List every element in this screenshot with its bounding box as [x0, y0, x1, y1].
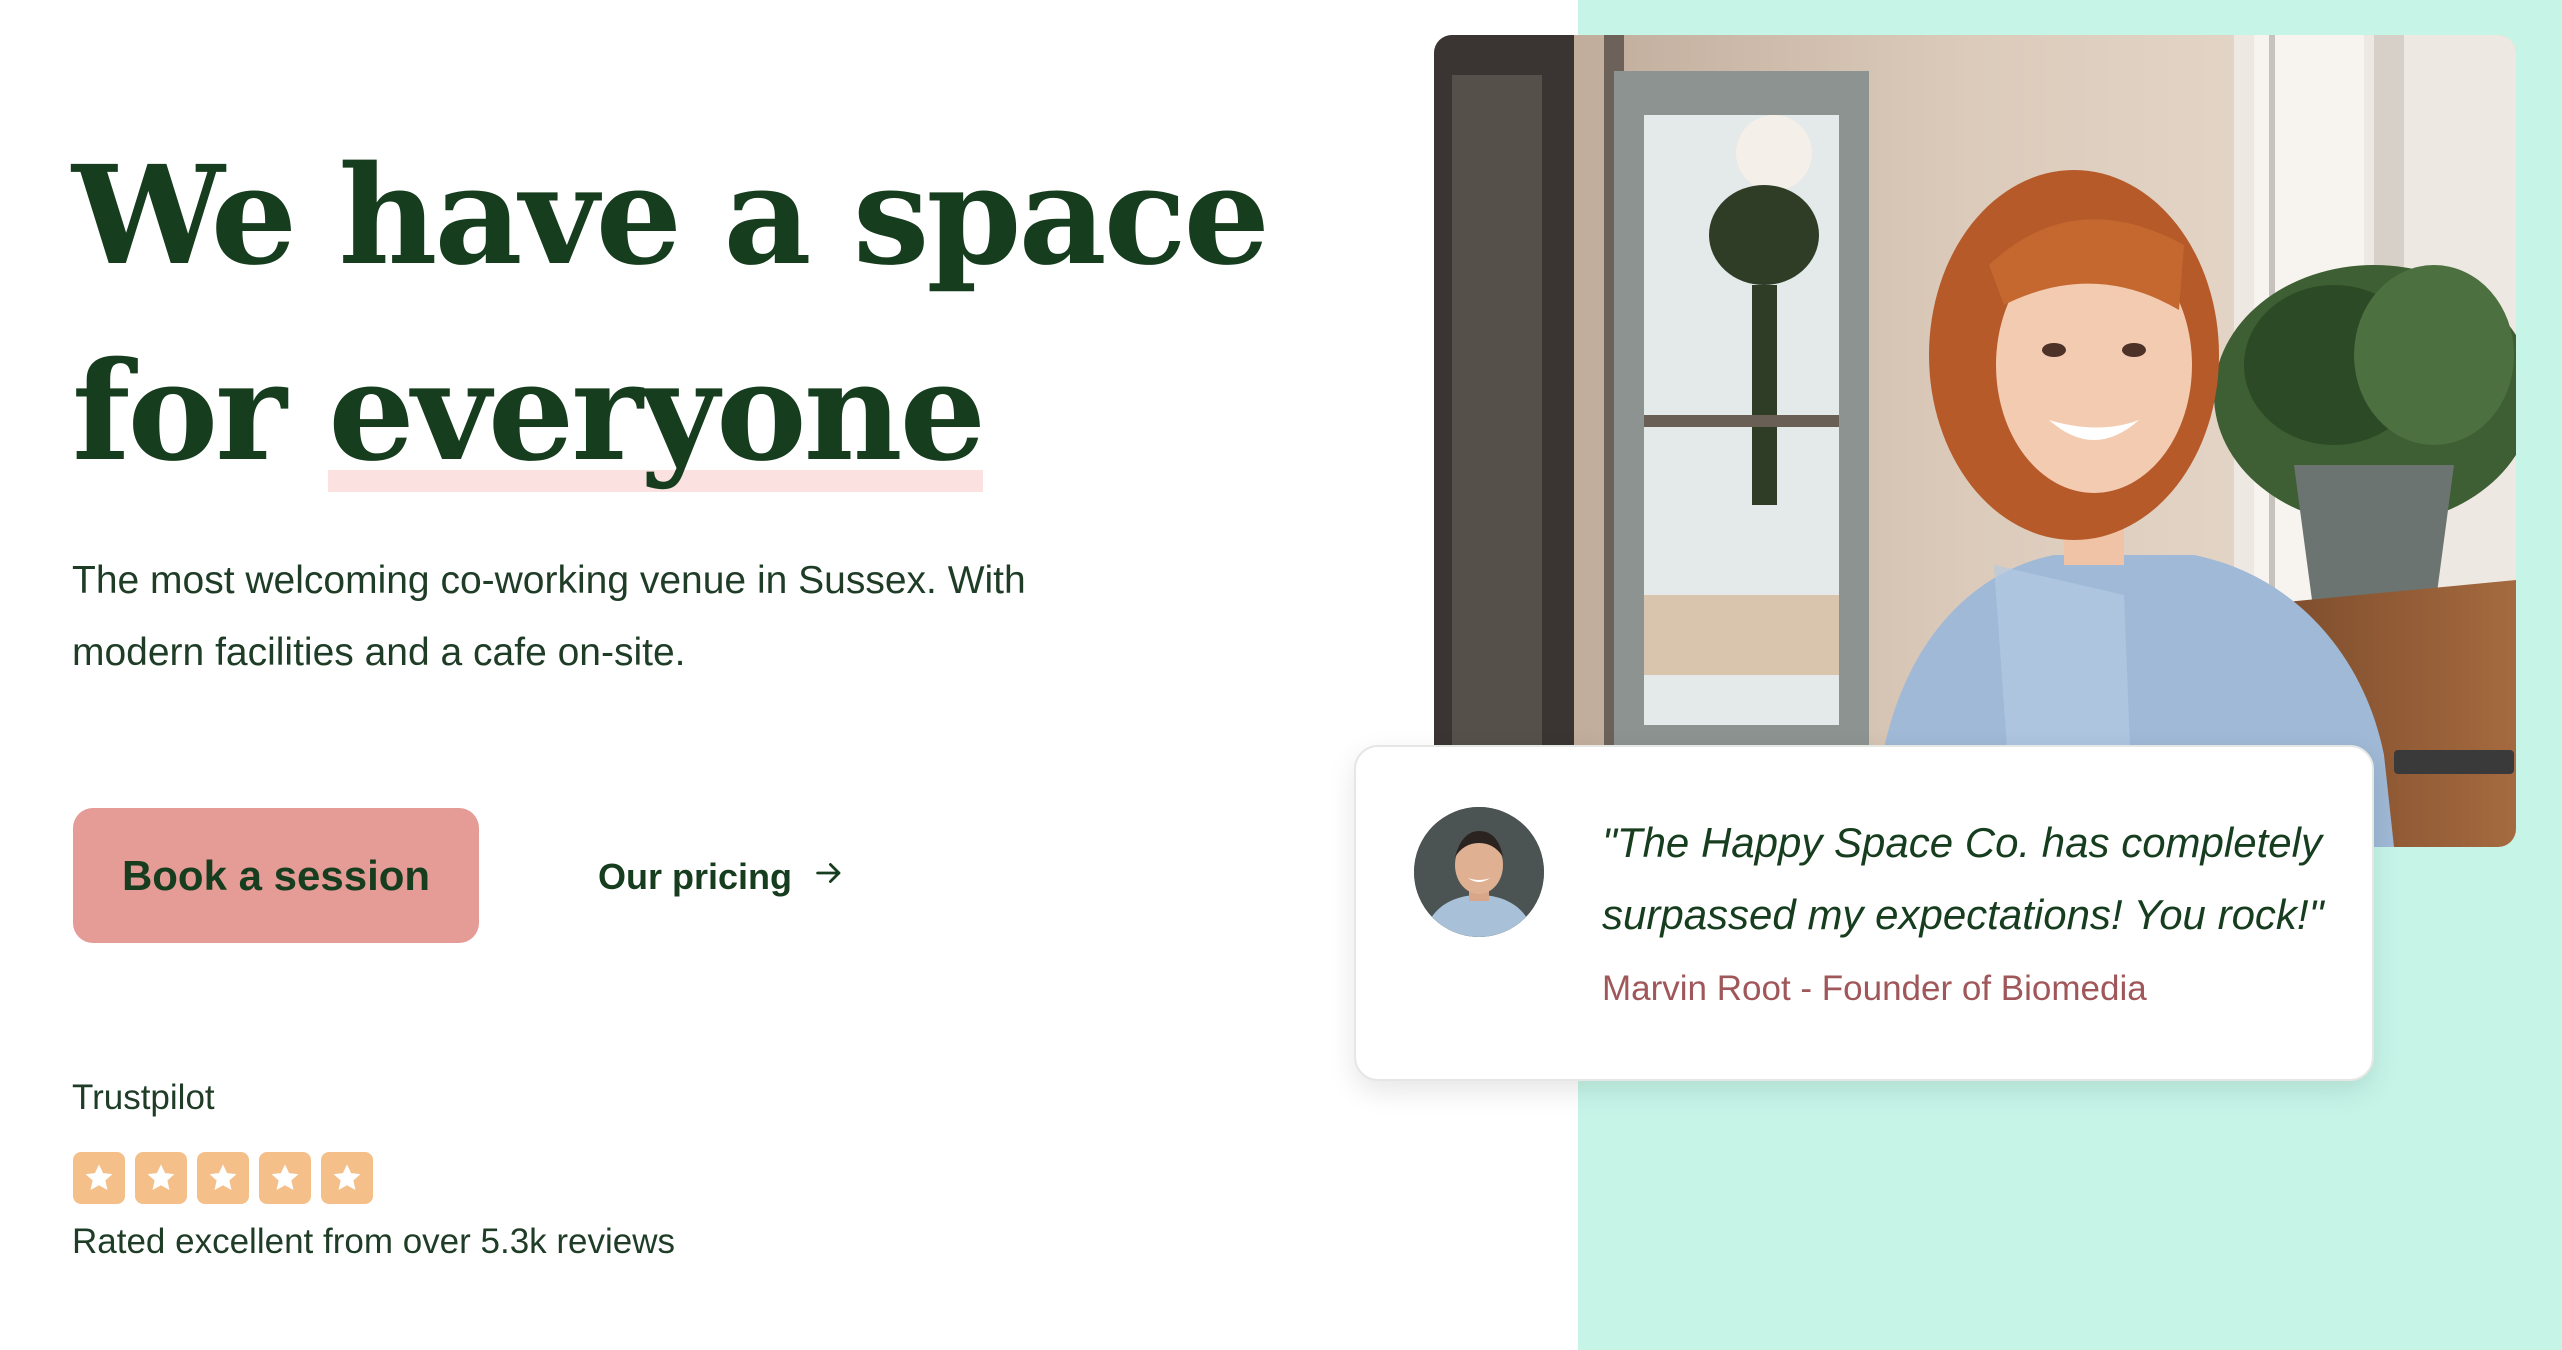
star-rating	[73, 1152, 373, 1204]
avatar	[1414, 807, 1544, 937]
hero-heading-line-1: We have a space	[72, 136, 1270, 296]
testimonial-quote: "The Happy Space Co. has completely surp…	[1602, 819, 2324, 938]
pricing-link[interactable]: Our pricing	[598, 850, 846, 904]
arrow-right-icon	[812, 856, 846, 899]
trustpilot-label: Trustpilot	[72, 1078, 215, 1117]
rating-summary: Rated excellent from over 5.3k reviews	[72, 1222, 676, 1261]
testimonial-author: Marvin Root - Founder of Biomedia	[1602, 969, 2147, 1008]
hero-heading-line-2: for everyone	[72, 314, 1252, 510]
star-icon	[259, 1152, 311, 1204]
hero-heading: We have a space for everyone	[72, 118, 1270, 510]
hero-subtitle: The most welcoming co-working venue in S…	[72, 559, 1026, 674]
hero-heading-highlight: everyone	[328, 332, 986, 492]
pricing-link-label: Our pricing	[598, 856, 793, 897]
book-session-button[interactable]: Book a session	[73, 808, 479, 943]
star-icon	[197, 1152, 249, 1204]
hero-photo	[1434, 35, 2516, 847]
star-icon	[321, 1152, 373, 1204]
star-icon	[135, 1152, 187, 1204]
star-icon	[73, 1152, 125, 1204]
hero-heading-line-2-prefix: for	[72, 332, 329, 492]
testimonial-card: "The Happy Space Co. has completely surp…	[1354, 745, 2374, 1081]
